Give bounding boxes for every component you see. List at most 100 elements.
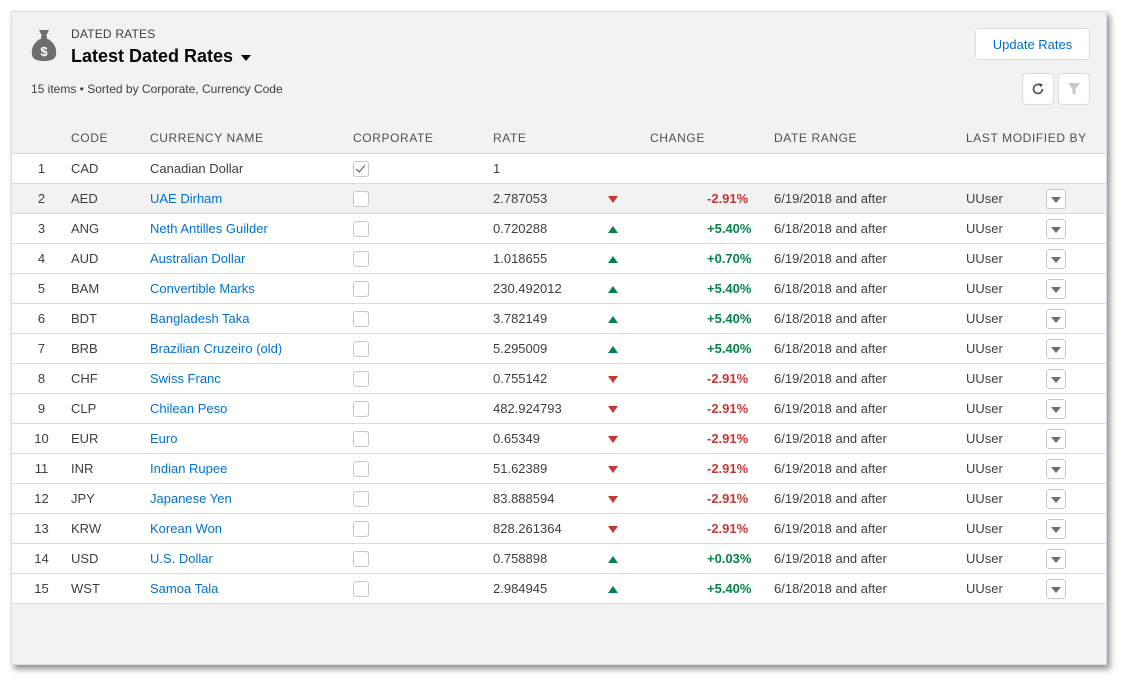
- row-actions-button[interactable]: [1046, 398, 1067, 419]
- currency-name[interactable]: Samoa Tala: [150, 573, 353, 604]
- currency-name-link[interactable]: Bangladesh Taka: [150, 311, 250, 326]
- rate: 0.758898: [493, 543, 606, 574]
- row-actions-button[interactable]: [1046, 368, 1067, 389]
- currency-name-link[interactable]: UAE Dirham: [150, 191, 222, 206]
- corporate-checkbox[interactable]: [353, 550, 369, 567]
- modified-by: UUser: [966, 303, 1046, 334]
- corporate-checkbox[interactable]: [353, 250, 369, 267]
- row-actions-button[interactable]: [1046, 578, 1067, 599]
- currency-name-link[interactable]: Japanese Yen: [150, 491, 232, 506]
- rate: 230.492012: [493, 273, 606, 304]
- currency-name-link[interactable]: Convertible Marks: [150, 281, 255, 296]
- currency-name[interactable]: Korean Won: [150, 513, 353, 544]
- row-actions-button[interactable]: [1046, 548, 1067, 569]
- table-row[interactable]: 8 CHF Swiss Franc 0.755142 -2.91% 6/19/2018 a…: [12, 363, 1106, 394]
- rate: 5.295009: [493, 333, 606, 364]
- currency-name-link[interactable]: Neth Antilles Guilder: [150, 221, 268, 236]
- header-rate[interactable]: RATE: [493, 122, 606, 154]
- corporate-checkbox[interactable]: [353, 430, 369, 447]
- update-rates-button[interactable]: Update Rates: [975, 28, 1090, 60]
- currency-name-link[interactable]: Australian Dollar: [150, 251, 245, 266]
- corporate-checkbox[interactable]: [353, 190, 369, 207]
- modified-by: UUser: [966, 573, 1046, 604]
- corporate-checkbox[interactable]: [353, 580, 369, 597]
- filter-button[interactable]: [1058, 73, 1090, 105]
- currency-name[interactable]: Indian Rupee: [150, 453, 353, 484]
- currency-name-link[interactable]: Samoa Tala: [150, 581, 218, 596]
- currency-name-link[interactable]: Swiss Franc: [150, 371, 221, 386]
- row-actions-button[interactable]: [1046, 458, 1067, 479]
- table-row[interactable]: 11 INR Indian Rupee 51.62389 -2.91% 6/19/2018…: [12, 453, 1106, 484]
- currency-name[interactable]: Euro: [150, 423, 353, 454]
- table-row[interactable]: 1 CAD Canadian Dollar 1: [12, 153, 1106, 184]
- header-corporate[interactable]: CORPORATE: [353, 122, 493, 154]
- header-change[interactable]: CHANGE: [606, 122, 775, 154]
- table-row[interactable]: 5 BAM Convertible Marks 230.492012 +5.40% 6/1…: [12, 273, 1106, 304]
- corporate-checkbox[interactable]: [353, 400, 369, 417]
- table-row[interactable]: 7 BRB Brazilian Cruzeiro (old) 5.295009 +5.4…: [12, 333, 1106, 364]
- table-row[interactable]: 4 AUD Australian Dollar 1.018655 +0.70% 6/19/…: [12, 243, 1106, 274]
- corporate-cell: [353, 393, 493, 424]
- row-actions-button[interactable]: [1046, 338, 1067, 359]
- row-actions-button[interactable]: [1046, 518, 1067, 539]
- currency-name[interactable]: Chilean Peso: [150, 393, 353, 424]
- row-actions-button[interactable]: [1046, 428, 1067, 449]
- currency-name[interactable]: Bangladesh Taka: [150, 303, 353, 334]
- currency-name-link[interactable]: U.S. Dollar: [150, 551, 213, 566]
- table-row[interactable]: 9 CLP Chilean Peso 482.924793 -2.91% 6/19/201…: [12, 393, 1106, 424]
- table-row[interactable]: 3 ANG Neth Antilles Guilder 0.720288 +5.40% 6…: [12, 213, 1106, 244]
- corporate-checkbox[interactable]: [353, 520, 369, 537]
- currency-name-link[interactable]: Chilean Peso: [150, 401, 227, 416]
- currency-name[interactable]: Brazilian Cruzeiro (old): [150, 333, 353, 364]
- row-number: 9: [12, 393, 71, 424]
- row-actions-button[interactable]: [1046, 308, 1067, 329]
- row-actions-button[interactable]: [1046, 218, 1067, 239]
- currency-name[interactable]: Japanese Yen: [150, 483, 353, 514]
- table-row[interactable]: 12 JPY Japanese Yen 83.888594 -2.91% 6/19/201…: [12, 483, 1106, 514]
- table-row[interactable]: 15 WST Samoa Tala 2.984945 +5.40% 6/18/2018 a…: [12, 573, 1106, 604]
- change-percent: -2.91%: [707, 491, 749, 506]
- row-actions-button[interactable]: [1046, 248, 1067, 269]
- row-number: 5: [12, 273, 71, 304]
- table-row[interactable]: 2 AED UAE Dirham 2.787053 -2.91% 6/19/2018 an…: [12, 183, 1106, 214]
- corporate-checkbox[interactable]: [353, 340, 369, 357]
- header-code[interactable]: CODE: [71, 122, 150, 154]
- currency-name-link[interactable]: Brazilian Cruzeiro (old): [150, 341, 282, 356]
- list-view-selector[interactable]: Latest Dated Rates: [71, 46, 252, 67]
- corporate-checkbox[interactable]: [353, 490, 369, 507]
- currency-name[interactable]: Convertible Marks: [150, 273, 353, 304]
- rate: 1: [493, 153, 606, 184]
- arrow-up-icon: [608, 286, 618, 293]
- table-row[interactable]: 10 EUR Euro 0.65349 -2.91% 6/19/2018 and afte…: [12, 423, 1106, 454]
- corporate-checkbox[interactable]: [353, 370, 369, 387]
- currency-name[interactable]: Neth Antilles Guilder: [150, 213, 353, 244]
- currency-name[interactable]: UAE Dirham: [150, 183, 353, 214]
- rate: 83.888594: [493, 483, 606, 514]
- row-actions-button[interactable]: [1046, 488, 1067, 509]
- header-date-range[interactable]: DATE RANGE: [774, 122, 967, 154]
- row-actions-button[interactable]: [1046, 188, 1067, 209]
- currency-code: BRB: [71, 333, 150, 364]
- currency-name-link[interactable]: Indian Rupee: [150, 461, 227, 476]
- header-last-modified-by[interactable]: LAST MODIFIED BY: [966, 122, 1106, 154]
- corporate-checkbox[interactable]: [353, 220, 369, 237]
- modified-by: UUser: [966, 513, 1046, 544]
- corporate-checkbox[interactable]: [353, 310, 369, 327]
- refresh-button[interactable]: [1022, 73, 1054, 105]
- currency-name[interactable]: Australian Dollar: [150, 243, 353, 274]
- table-row[interactable]: 13 KRW Korean Won 828.261364 -2.91% 6/19/2018…: [12, 513, 1106, 544]
- currency-code: EUR: [71, 423, 150, 454]
- corporate-checkbox[interactable]: [353, 460, 369, 477]
- table-row[interactable]: 6 BDT Bangladesh Taka 3.782149 +5.40% 6/18/20…: [12, 303, 1106, 334]
- currency-name-link[interactable]: Euro: [150, 431, 177, 446]
- currency-name[interactable]: Swiss Franc: [150, 363, 353, 394]
- corporate-cell: [353, 333, 493, 364]
- table-row[interactable]: 14 USD U.S. Dollar 0.758898 +0.03% 6/19/2018 …: [12, 543, 1106, 574]
- currency-name-link[interactable]: Korean Won: [150, 521, 222, 536]
- currency-name[interactable]: U.S. Dollar: [150, 543, 353, 574]
- corporate-cell: [353, 423, 493, 454]
- header-currency-name[interactable]: CURRENCY NAME: [150, 122, 353, 154]
- corporate-checkbox[interactable]: [353, 280, 369, 297]
- row-actions-button[interactable]: [1046, 278, 1067, 299]
- corporate-checkbox[interactable]: [353, 160, 369, 177]
